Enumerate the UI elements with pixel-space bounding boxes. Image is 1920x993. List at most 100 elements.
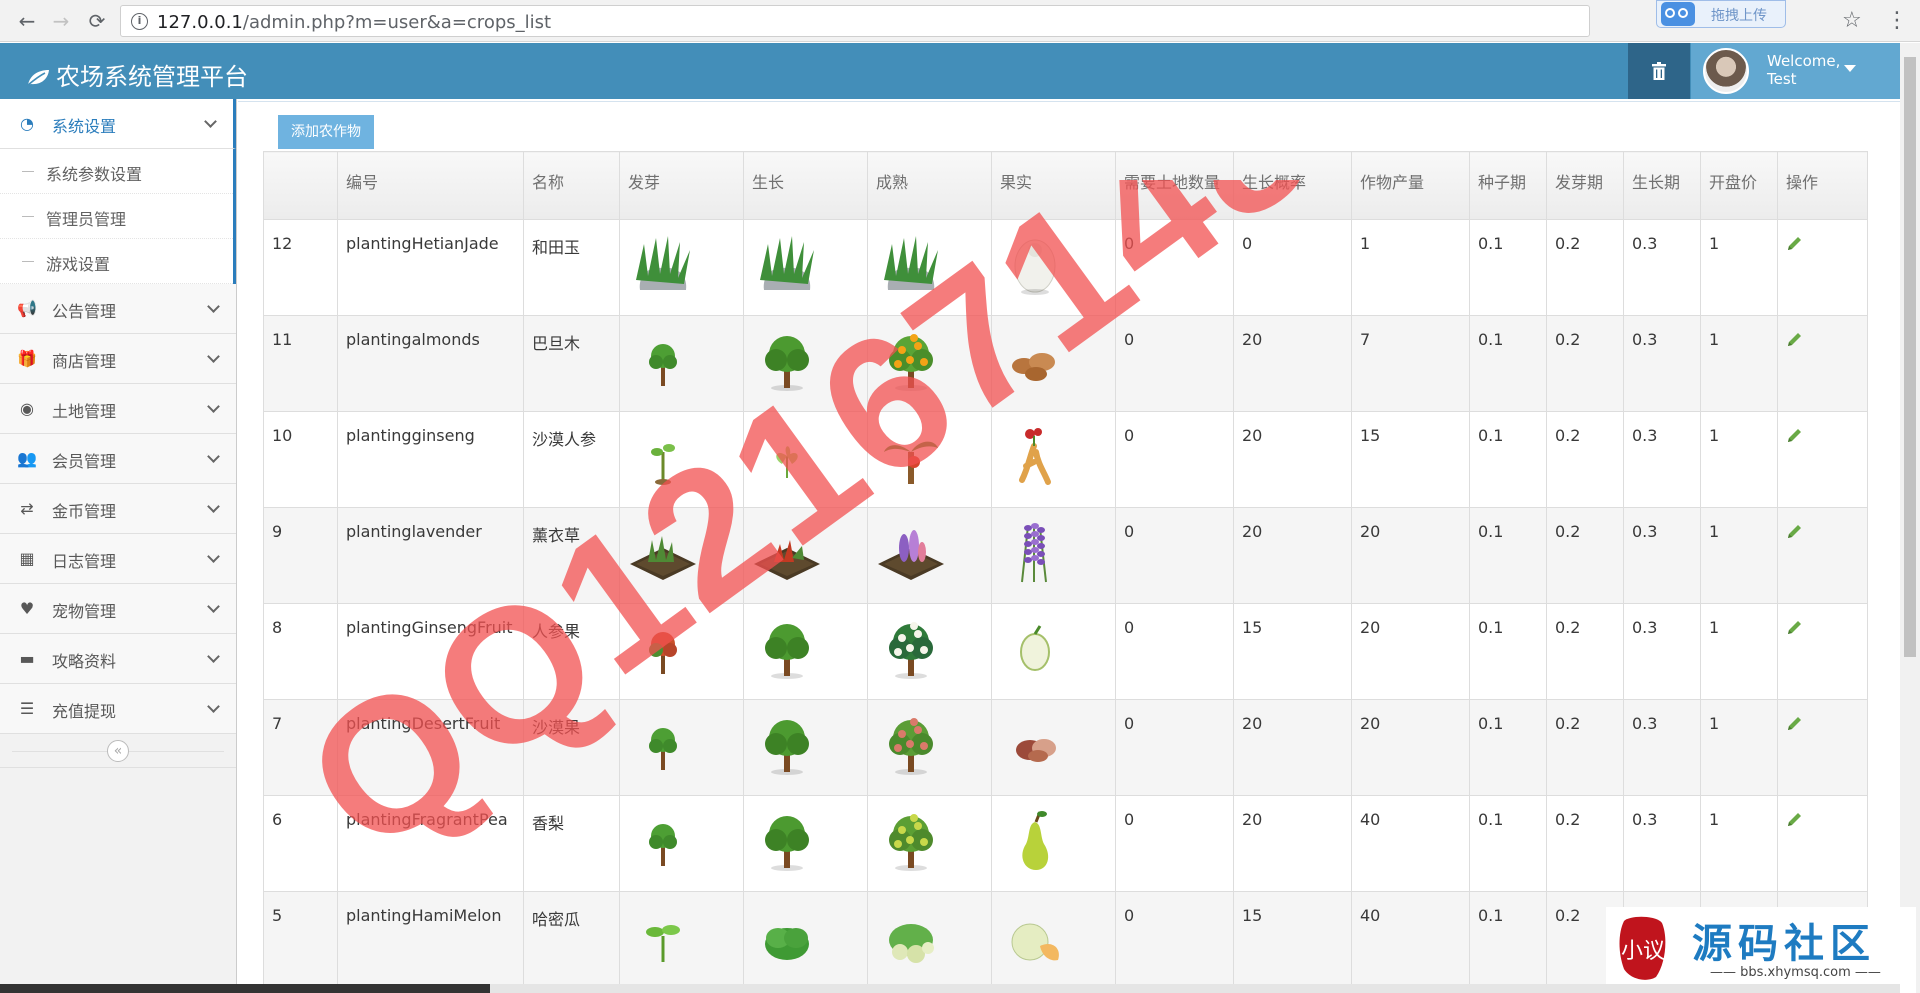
user-menu[interactable]: Welcome, Test bbox=[1691, 43, 1900, 99]
submenu-item-game[interactable]: 游戏设置 bbox=[0, 239, 233, 284]
table-row[interactable]: 9 plantinglavender 薰衣草 0 20 20 0.1 0.2 0.3 1 bbox=[263, 507, 1868, 604]
cell-name: 和田玉 bbox=[523, 219, 620, 316]
sidebar-item-4[interactable]: ⇄ 金币管理 bbox=[0, 484, 236, 534]
cell-image bbox=[743, 315, 868, 412]
cell-id: 12 bbox=[263, 219, 338, 316]
cell-image bbox=[867, 315, 992, 412]
sidebar-item-0[interactable]: 📢 公告管理 bbox=[0, 284, 236, 334]
column-header[interactable]: 生长概率 bbox=[1233, 151, 1352, 220]
pencil-icon[interactable] bbox=[1786, 330, 1804, 348]
cell-yield: 20 bbox=[1351, 699, 1470, 796]
cell-rate: 0 bbox=[1233, 219, 1352, 316]
sidebar-item-5[interactable]: ▦ 日志管理 bbox=[0, 534, 236, 584]
browser-menu-icon[interactable]: ⋮ bbox=[1886, 8, 1908, 33]
sidebar-item-label: 充值提现 bbox=[52, 702, 117, 721]
cell-seed-period: 0.1 bbox=[1469, 699, 1547, 796]
sidebar-item-8[interactable]: ☰ 充值提现 bbox=[0, 684, 236, 734]
submenu-item-admins[interactable]: 管理员管理 bbox=[0, 194, 233, 239]
collapse-sidebar-icon[interactable]: « bbox=[107, 740, 129, 762]
column-header[interactable]: 需要土地数量 bbox=[1115, 151, 1234, 220]
cell-image bbox=[619, 603, 744, 700]
chevron-down-icon bbox=[207, 350, 220, 363]
chevron-down-icon bbox=[207, 600, 220, 613]
sidebar-item-system-settings[interactable]: ◔ 系统设置 bbox=[0, 99, 236, 149]
logo-url: —— bbs.xhymsq.com —— bbox=[1710, 965, 1881, 980]
sidebar-item-7[interactable]: ▬ 攻略资料 bbox=[0, 634, 236, 684]
sidebar-item-1[interactable]: 🎁 商店管理 bbox=[0, 334, 236, 384]
scroll-thumb[interactable] bbox=[1904, 57, 1916, 657]
column-header[interactable]: 操作 bbox=[1777, 151, 1868, 220]
url-text[interactable]: 127.0.0.1/admin.php?m=user&a=crops_list bbox=[157, 12, 551, 33]
browser-toolbar: ← → ⟳ i 127.0.0.1/admin.php?m=user&a=cro… bbox=[0, 0, 1920, 42]
reload-icon[interactable]: ⟳ bbox=[84, 8, 110, 34]
forward-icon[interactable]: → bbox=[48, 8, 74, 34]
cell-image bbox=[743, 891, 868, 988]
cell-land: 0 bbox=[1115, 795, 1234, 892]
cell-grow-period: 0.3 bbox=[1623, 219, 1701, 316]
back-icon[interactable]: ← bbox=[14, 8, 40, 34]
trash-button[interactable] bbox=[1628, 43, 1690, 99]
cell-yield: 1 bbox=[1351, 219, 1470, 316]
sidebar-item-6[interactable]: ♥ 宠物管理 bbox=[0, 584, 236, 634]
cell-sprout-period: 0.2 bbox=[1546, 795, 1624, 892]
pencil-icon[interactable] bbox=[1786, 234, 1804, 252]
cell-land: 0 bbox=[1115, 411, 1234, 508]
column-header[interactable]: 生长期 bbox=[1623, 151, 1701, 220]
cell-image bbox=[619, 219, 744, 316]
column-header[interactable]: 种子期 bbox=[1469, 151, 1547, 220]
column-header[interactable]: 果实 bbox=[991, 151, 1116, 220]
column-header[interactable]: 编号 bbox=[337, 151, 524, 220]
cell-name: 哈密瓜 bbox=[523, 891, 620, 988]
crop-image-small-tree bbox=[649, 344, 677, 386]
column-header[interactable]: 成熟 bbox=[867, 151, 992, 220]
add-crop-button[interactable]: 添加农作物 bbox=[278, 115, 374, 149]
cell-rate: 20 bbox=[1233, 699, 1352, 796]
table-row[interactable]: 10 plantingginseng 沙漠人参 0 20 15 0.1 0.2 0.3 1 bbox=[263, 411, 1868, 508]
cell-image bbox=[743, 603, 868, 700]
chevron-down-icon bbox=[207, 300, 220, 313]
column-header[interactable]: 发芽期 bbox=[1546, 151, 1624, 220]
bookmark-star-icon[interactable]: ☆ bbox=[1842, 8, 1862, 33]
page-scrollbar[interactable] bbox=[1900, 43, 1920, 993]
column-header[interactable]: 开盘价 bbox=[1700, 151, 1778, 220]
table-header-row: 编号 名称 发芽 生长 成熟 果实 需要土地数量 生长概率 作物产量 种子期 发芽期 生长期 开盘价 操作 bbox=[263, 151, 1868, 220]
crop-image-red-tree bbox=[649, 632, 677, 674]
table-row[interactable]: 8 plantingGinsengFruit 人参果 0 15 20 0.1 0.2 0.3 1 bbox=[263, 603, 1868, 700]
cell-yield: 20 bbox=[1351, 507, 1470, 604]
column-header[interactable]: 发芽 bbox=[619, 151, 744, 220]
pencil-icon[interactable] bbox=[1786, 426, 1804, 444]
cell-actions bbox=[1777, 315, 1868, 412]
upload-label: 拖拽上传 bbox=[1711, 8, 1767, 24]
crop-image-tree bbox=[765, 720, 809, 775]
crop-image-pear-tree bbox=[889, 814, 933, 871]
upload-extension[interactable]: 拖拽上传 bbox=[1656, 0, 1786, 28]
chevron-down-icon bbox=[207, 700, 220, 713]
crop-image-orange-tree bbox=[889, 334, 933, 391]
globe-icon: ◉ bbox=[20, 399, 34, 418]
info-icon[interactable]: i bbox=[131, 13, 148, 30]
column-header[interactable] bbox=[263, 151, 338, 220]
cell-land: 0 bbox=[1115, 507, 1234, 604]
pencil-icon[interactable] bbox=[1786, 522, 1804, 540]
pencil-icon[interactable] bbox=[1786, 810, 1804, 828]
pencil-icon[interactable] bbox=[1786, 714, 1804, 732]
table-row[interactable]: 11 plantingalmonds 巴旦木 0 20 7 0.1 0.2 0.3 1 bbox=[263, 315, 1868, 412]
table-row[interactable]: 12 plantingHetianJade 和田玉 0 0 1 0.1 0.2 0.3 1 bbox=[263, 219, 1868, 316]
column-header[interactable]: 名称 bbox=[523, 151, 620, 220]
submenu-item-params[interactable]: 系统参数设置 bbox=[0, 149, 233, 194]
sidebar-item-2[interactable]: ◉ 土地管理 bbox=[0, 384, 236, 434]
column-header[interactable]: 生长 bbox=[743, 151, 868, 220]
brand[interactable]: 农场系统管理平台 bbox=[26, 57, 248, 92]
crop-image-small-tree bbox=[649, 728, 677, 770]
table-row[interactable]: 6 plantingFragrantPea 香梨 0 20 40 0.1 0.2 0.3 1 bbox=[263, 795, 1868, 892]
address-bar[interactable]: i 127.0.0.1/admin.php?m=user&a=crops_lis… bbox=[120, 5, 1590, 37]
crop-image-ginseng-fruit bbox=[1020, 625, 1050, 671]
pencil-icon[interactable] bbox=[1786, 618, 1804, 636]
cloud-icon bbox=[1661, 2, 1695, 26]
crop-image-melon bbox=[1011, 923, 1059, 961]
table-row[interactable]: 7 plantingDesertFruit 沙漠果 0 20 20 0.1 0.2 0.3 1 bbox=[263, 699, 1868, 796]
sidebar-item-3[interactable]: 👥 会员管理 bbox=[0, 434, 236, 484]
column-header[interactable]: 作物产量 bbox=[1351, 151, 1470, 220]
cell-name: 沙漠人参 bbox=[523, 411, 620, 508]
cell-price: 1 bbox=[1700, 507, 1778, 604]
